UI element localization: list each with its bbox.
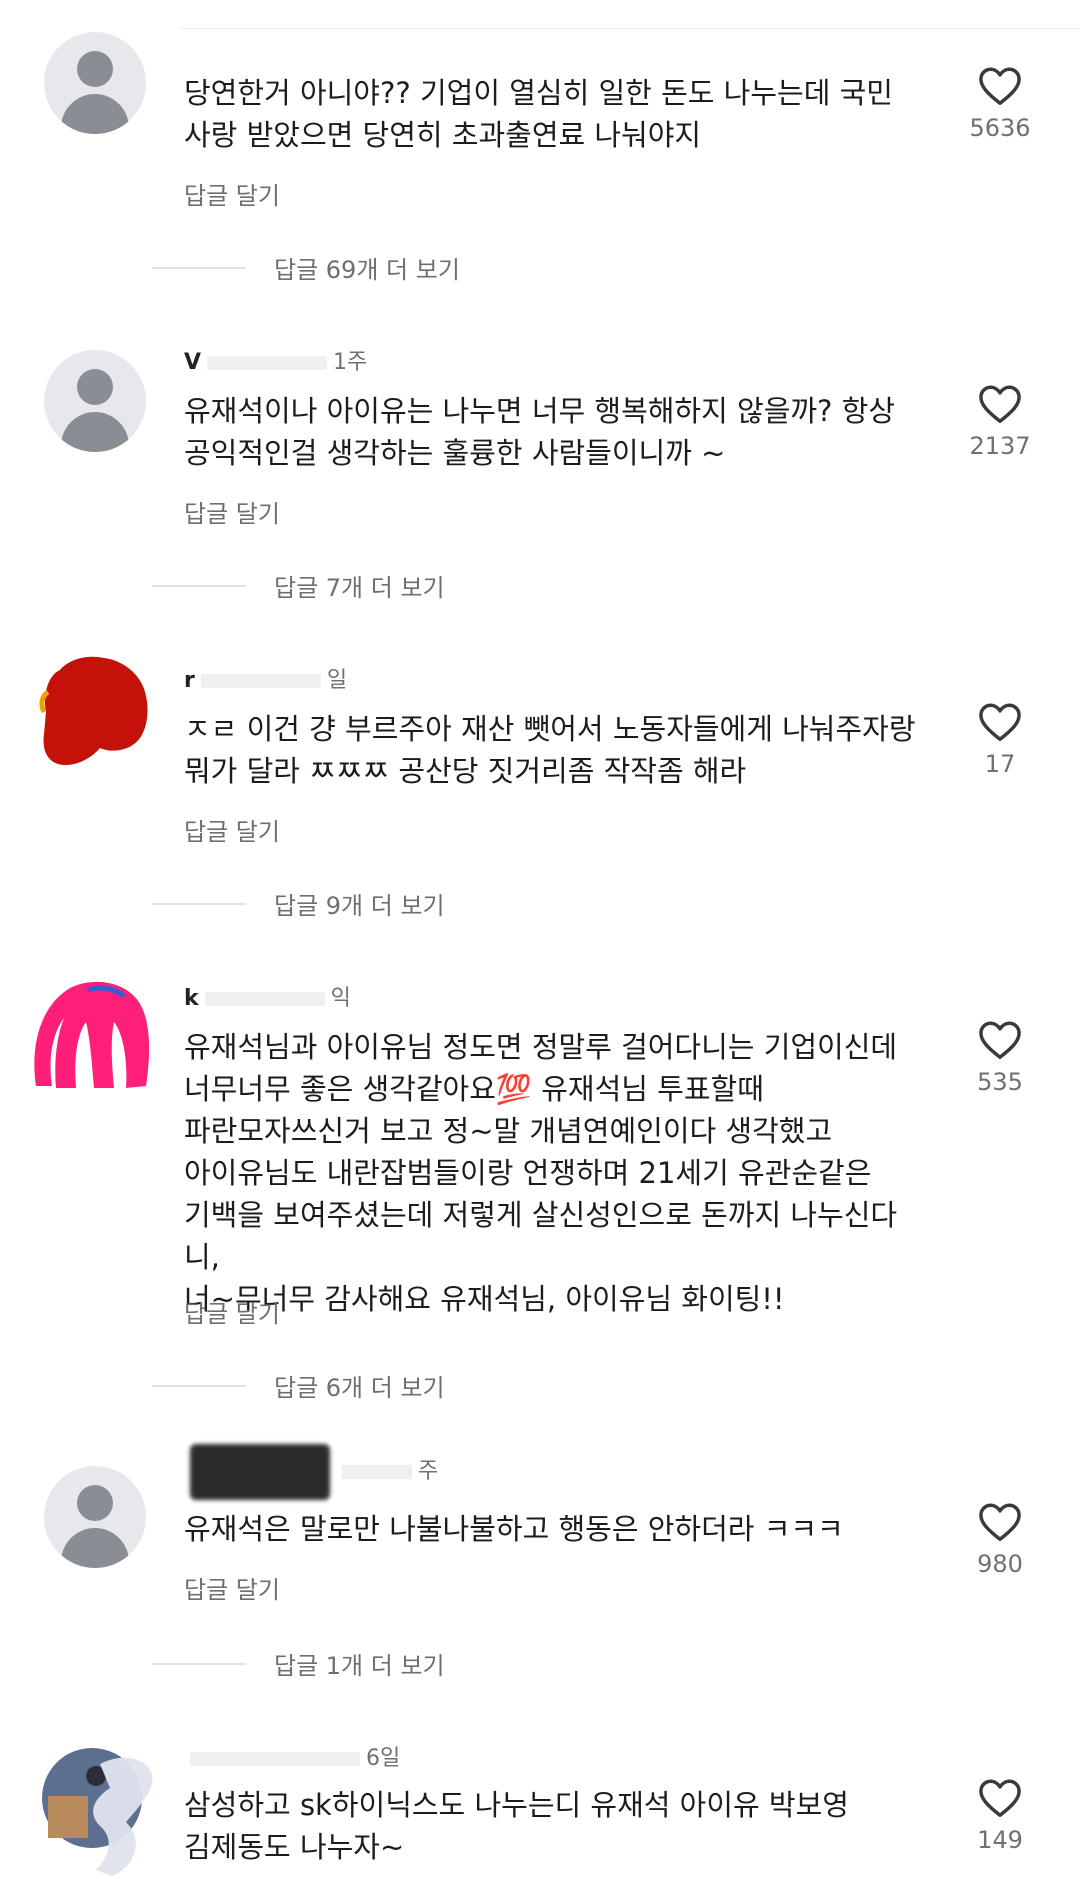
comment-age: 6일 (366, 1746, 401, 1771)
redaction (342, 1465, 412, 1479)
view-more-replies-label: 답글 1개 더 보기 (274, 1652, 445, 1680)
reply-button[interactable]: 답글 달기 (184, 1294, 280, 1329)
comment-meta: 주 (184, 1444, 438, 1500)
redaction (204, 992, 325, 1006)
view-more-replies[interactable]: 답글 1개 더 보기 (152, 1646, 445, 1681)
comment-text: 당연한거 아니야?? 기업이 열심히 일한 돈도 나누는데 국민 사랑 받았으면… (184, 76, 893, 152)
top-divider (180, 28, 1080, 29)
comment-text: 유재석은 말로만 나불나불하고 행동은 안하더라 ㅋㅋㅋ (184, 1512, 844, 1546)
reply-button[interactable]: 답글 달기 (184, 1570, 280, 1605)
heart-outline-icon (979, 703, 1021, 741)
like-button[interactable]: 980 (960, 1502, 1040, 1578)
like-button[interactable]: 17 (960, 702, 1040, 778)
like-count: 2137 (969, 432, 1031, 460)
comment-text: 유재석이나 아이유는 나누면 너무 행복해하지 않을까? 항상 공익적인걸 생각… (184, 394, 896, 470)
redaction (200, 674, 321, 688)
view-more-replies-label: 답글 7개 더 보기 (274, 574, 445, 602)
heart-outline-icon (979, 1503, 1021, 1541)
comment-meta: r일 (184, 662, 347, 694)
comment-age: 일 (326, 668, 348, 693)
heart-outline-icon (979, 67, 1021, 106)
comment-age: 1주 (333, 350, 368, 375)
default-avatar[interactable] (44, 32, 146, 134)
comment-age: 익 (330, 986, 351, 1011)
view-more-replies[interactable]: 답글 9개 더 보기 (152, 886, 445, 921)
view-more-replies[interactable]: 답글 7개 더 보기 (152, 568, 445, 603)
view-more-replies[interactable]: 답글 6개 더 보기 (152, 1368, 445, 1403)
comment-meta: k익 (184, 980, 351, 1012)
reply-button[interactable]: 답글 달기 (184, 812, 280, 847)
default-avatar[interactable] (44, 350, 146, 452)
comment-username[interactable]: k (184, 986, 199, 1011)
comment-username[interactable]: V (184, 350, 201, 375)
comment-age: 주 (418, 1459, 439, 1484)
redaction (190, 1752, 360, 1766)
like-button[interactable]: 535 (960, 1020, 1040, 1096)
view-more-replies-label: 답글 9개 더 보기 (274, 892, 445, 920)
red-avatar[interactable] (38, 652, 150, 776)
like-count: 17 (984, 750, 1016, 778)
like-count: 149 (977, 1826, 1023, 1854)
reply-button[interactable]: 답글 달기 (184, 494, 280, 529)
photo-avatar[interactable] (40, 1740, 160, 1879)
like-button[interactable]: 5636 (960, 66, 1040, 142)
view-more-replies-label: 답글 6개 더 보기 (274, 1374, 445, 1402)
reply-button[interactable]: 답글 달기 (184, 176, 280, 211)
comment-meta: V 1주 (184, 344, 367, 376)
comment-text: 유재석님과 아이유님 정도면 정말루 걸어다니는 기업이신데 너무너무 좋은 생… (184, 1030, 898, 1316)
like-count: 535 (977, 1068, 1023, 1096)
comment-text: 삼성하고 sk하이닉스도 나누는디 유재석 아이유 박보영 김제동도 나누자~ (184, 1788, 849, 1864)
like-button[interactable]: 149 (960, 1778, 1040, 1854)
comment-text: ㅈㄹ 이건 걍 부르주아 재산 뺏어서 노동자들에게 나눠주자랑 뭐가 달라 ㅉ… (184, 712, 916, 788)
like-count: 5636 (969, 114, 1031, 142)
comment-username[interactable]: r (184, 668, 195, 693)
default-avatar[interactable] (44, 1466, 146, 1568)
like-count: 980 (977, 1550, 1023, 1578)
pink-avatar[interactable] (30, 976, 154, 1096)
comment-meta: 6일 (184, 1740, 400, 1772)
like-button[interactable]: 2137 (960, 384, 1040, 460)
view-more-replies-label: 답글 69개 더 보기 (274, 256, 460, 284)
heart-outline-icon (979, 1021, 1021, 1059)
redaction (207, 356, 328, 370)
heart-outline-icon (979, 385, 1021, 423)
heart-outline-icon (979, 1779, 1021, 1817)
redaction (190, 1444, 330, 1500)
view-more-replies[interactable]: 답글 69개 더 보기 (152, 250, 460, 285)
